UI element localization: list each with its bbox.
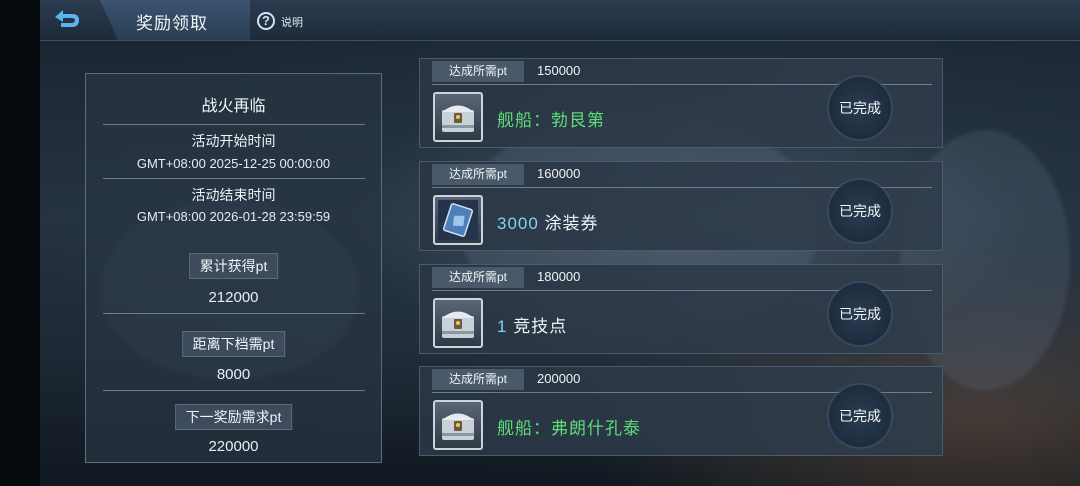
requirement-value: 200000 <box>537 371 581 386</box>
top-bar: 奖励领取 ? 说明 <box>40 0 1080 41</box>
back-arrow-icon <box>55 10 79 27</box>
reward-name: 舰船：勃艮第 <box>497 106 605 131</box>
skin-ticket-icon <box>433 195 483 245</box>
requirement-value: 180000 <box>537 269 581 284</box>
reward-amount: 3000 <box>497 214 539 233</box>
next-reward-pt-value: 220000 <box>208 438 259 455</box>
remaining-pt-label: 距离下档需pt <box>181 331 286 357</box>
treasure-chest-icon <box>433 298 483 348</box>
reward-card: 达成所需pt 160000 3000 涂装券 已完成 <box>419 161 943 251</box>
reward-amount: 1 <box>497 317 508 336</box>
reward-item-name: 竞技点 <box>513 317 568 336</box>
reward-name: 舰船：弗朗什孔泰 <box>497 414 641 439</box>
treasure-chest-icon <box>433 400 483 450</box>
completed-label: 已完成 <box>839 203 881 219</box>
event-name: 战火再临 <box>201 98 266 115</box>
completed-button[interactable]: 已完成 <box>829 283 891 345</box>
requirement-label: 达成所需pt <box>432 164 524 185</box>
ship-reward-text: 舰船：勃艮第 <box>497 111 605 130</box>
help-label: 说明 <box>281 17 303 29</box>
start-time-label: 活动开始时间 <box>191 133 276 149</box>
event-info-panel: 战火再临 活动开始时间 GMT+08:00 2025-12-25 00:00:0… <box>85 73 382 463</box>
back-button[interactable] <box>40 0 96 40</box>
divider <box>103 124 365 125</box>
screen-bezel <box>0 0 40 486</box>
requirement-value: 160000 <box>537 166 581 181</box>
completed-button[interactable]: 已完成 <box>829 385 891 447</box>
reward-card: 达成所需pt 150000 舰船：勃艮第 已完成 <box>419 58 943 148</box>
completed-label: 已完成 <box>839 100 881 116</box>
completed-label: 已完成 <box>839 408 881 424</box>
remaining-pt-value: 8000 <box>216 366 251 383</box>
page-title: 奖励领取 <box>136 14 208 33</box>
end-time-value: GMT+08:00 2026-01-28 23:59:59 <box>136 209 331 224</box>
end-time-label: 活动结束时间 <box>191 187 276 203</box>
ship-reward-text: 舰船：弗朗什孔泰 <box>497 419 641 438</box>
divider <box>103 313 365 314</box>
requirement-label: 达成所需pt <box>432 267 524 288</box>
help-button[interactable]: ? 说明 <box>257 11 303 30</box>
reward-card: 达成所需pt 200000 舰船：弗朗什孔泰 已完成 <box>419 366 943 456</box>
treasure-chest-icon <box>433 92 483 142</box>
reward-name: 1 竞技点 <box>497 312 567 337</box>
total-pt-value: 212000 <box>208 289 259 306</box>
divider <box>103 390 365 391</box>
requirement-label: 达成所需pt <box>432 369 524 390</box>
reward-name: 3000 涂装券 <box>497 209 599 234</box>
reward-card: 达成所需pt 180000 1 竞技点 已完成 <box>419 264 943 354</box>
start-time-value: GMT+08:00 2025-12-25 00:00:00 <box>136 156 331 171</box>
completed-button[interactable]: 已完成 <box>829 180 891 242</box>
requirement-label: 达成所需pt <box>432 61 524 82</box>
completed-label: 已完成 <box>839 306 881 322</box>
next-reward-pt-label: 下一奖励需求pt <box>174 404 293 430</box>
requirement-value: 150000 <box>537 63 581 78</box>
game-screen: 奖励领取 ? 说明 战火再临 活动开始时间 GMT+08:00 2025-12-… <box>40 0 1080 486</box>
total-pt-label: 累计获得pt <box>188 253 279 279</box>
completed-button[interactable]: 已完成 <box>829 77 891 139</box>
question-icon: ? <box>257 11 275 30</box>
reward-item-name: 涂装券 <box>544 214 599 233</box>
divider <box>103 178 365 179</box>
